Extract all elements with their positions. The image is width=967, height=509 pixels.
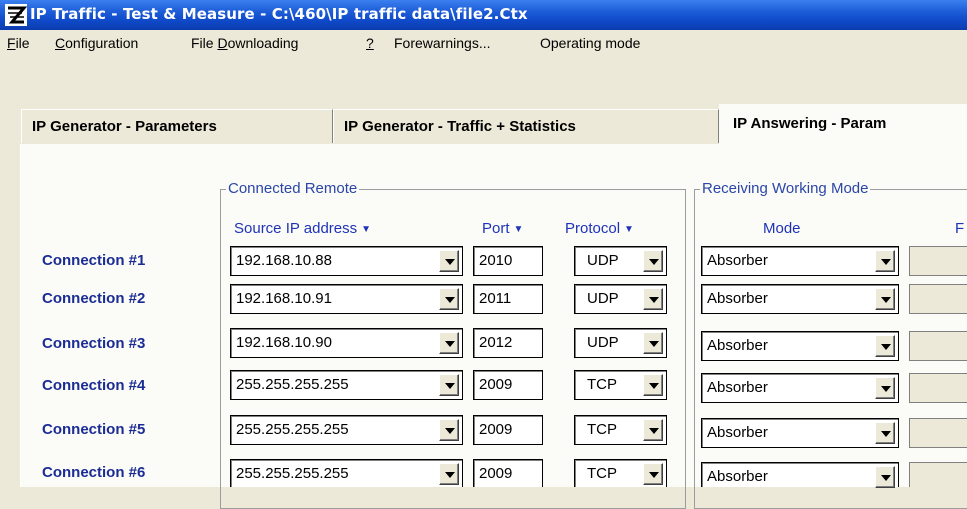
dropdown-arrow-icon[interactable]: [643, 288, 663, 310]
protocol-combo[interactable]: TCP: [574, 459, 667, 487]
menu-configuration[interactable]: Configuration: [55, 35, 138, 51]
source-ip-combo[interactable]: 255.255.255.255: [230, 459, 463, 487]
port-field[interactable]: 2010: [473, 246, 543, 276]
port-field[interactable]: 2012: [473, 328, 543, 358]
cut-field[interactable]: [909, 284, 967, 314]
cut-column-header: F: [955, 220, 965, 237]
sort-down-icon: ▼: [361, 223, 372, 235]
cut-field[interactable]: [909, 462, 967, 487]
dropdown-arrow-icon[interactable]: [439, 332, 459, 354]
dropdown-arrow-icon[interactable]: [875, 250, 895, 272]
connected-remote-title: Connected Remote: [226, 180, 360, 197]
mode-combo[interactable]: Absorber: [701, 418, 899, 448]
port-field[interactable]: 2011: [473, 284, 543, 314]
menu-operating-mode[interactable]: Operating mode: [540, 35, 640, 51]
dropdown-arrow-icon[interactable]: [439, 419, 459, 441]
dropdown-arrow-icon[interactable]: [875, 335, 895, 357]
connection-label: Connection #4: [42, 377, 146, 394]
port-header[interactable]: Port ▼: [482, 220, 523, 237]
protocol-combo[interactable]: UDP: [574, 284, 667, 314]
protocol-combo[interactable]: TCP: [574, 415, 667, 445]
port-field[interactable]: 2009: [473, 415, 543, 445]
protocol-combo[interactable]: UDP: [574, 246, 667, 276]
window-title: IP Traffic - Test & Measure - C:\460\IP …: [30, 5, 528, 23]
dropdown-arrow-icon[interactable]: [875, 377, 895, 399]
protocol-header[interactable]: Protocol ▼: [565, 220, 634, 237]
dropdown-arrow-icon[interactable]: [439, 463, 459, 485]
protocol-combo[interactable]: UDP: [574, 328, 667, 358]
cut-field[interactable]: [909, 373, 967, 403]
cut-field[interactable]: [909, 246, 967, 276]
sort-down-icon: ▼: [624, 223, 634, 235]
cut-field[interactable]: [909, 331, 967, 361]
dropdown-arrow-icon[interactable]: [439, 374, 459, 396]
menu-forewarnings[interactable]: Forewarnings...: [394, 35, 490, 51]
dropdown-arrow-icon[interactable]: [643, 332, 663, 354]
dropdown-arrow-icon[interactable]: [875, 288, 895, 310]
tab-ip-answering-parameters[interactable]: IP Answering - Param: [719, 104, 967, 145]
mode-combo[interactable]: Absorber: [701, 284, 899, 314]
mode-header: Mode: [763, 220, 801, 237]
dropdown-arrow-icon[interactable]: [439, 288, 459, 310]
mode-combo[interactable]: Absorber: [701, 462, 899, 488]
app-logo-icon: [5, 4, 27, 26]
mode-combo[interactable]: Absorber: [701, 331, 899, 361]
source-ip-combo[interactable]: 192.168.10.91: [230, 284, 463, 314]
connection-label: Connection #5: [42, 421, 146, 438]
protocol-combo[interactable]: TCP: [574, 370, 667, 400]
dropdown-arrow-icon[interactable]: [643, 374, 663, 396]
source-ip-combo[interactable]: 192.168.10.88: [230, 246, 463, 276]
dropdown-arrow-icon[interactable]: [643, 250, 663, 272]
menu-file[interactable]: File: [7, 35, 30, 51]
connection-label: Connection #2: [42, 290, 146, 307]
tab-ip-generator-traffic-statistics[interactable]: IP Generator - Traffic + Statistics: [333, 109, 719, 143]
connection-label: Connection #3: [42, 335, 146, 352]
menu-bar: File Configuration File Downloading ? Fo…: [0, 30, 967, 56]
menu-help[interactable]: ?: [366, 35, 374, 51]
dropdown-arrow-icon[interactable]: [643, 463, 663, 485]
menu-file-downloading[interactable]: File Downloading: [191, 35, 298, 51]
source-ip-combo[interactable]: 255.255.255.255: [230, 415, 463, 445]
mode-combo[interactable]: Absorber: [701, 373, 899, 403]
dropdown-arrow-icon[interactable]: [875, 466, 895, 488]
source-ip-header[interactable]: Source IP address ▼: [234, 220, 371, 237]
connection-label: Connection #6: [42, 464, 146, 481]
title-bar[interactable]: IP Traffic - Test & Measure - C:\460\IP …: [0, 0, 967, 30]
port-field[interactable]: 2009: [473, 459, 543, 487]
port-field[interactable]: 2009: [473, 370, 543, 400]
tab-ip-generator-parameters[interactable]: IP Generator - Parameters: [21, 109, 333, 143]
dropdown-arrow-icon[interactable]: [875, 422, 895, 444]
cut-field[interactable]: [909, 418, 967, 448]
dropdown-arrow-icon[interactable]: [439, 250, 459, 272]
sort-down-icon: ▼: [513, 223, 524, 235]
source-ip-combo[interactable]: 192.168.10.90: [230, 328, 463, 358]
connection-label: Connection #1: [42, 252, 146, 269]
source-ip-combo[interactable]: 255.255.255.255: [230, 370, 463, 400]
receiving-working-mode-title: Receiving Working Mode: [700, 180, 871, 197]
dropdown-arrow-icon[interactable]: [643, 419, 663, 441]
mode-combo[interactable]: Absorber: [701, 246, 899, 276]
